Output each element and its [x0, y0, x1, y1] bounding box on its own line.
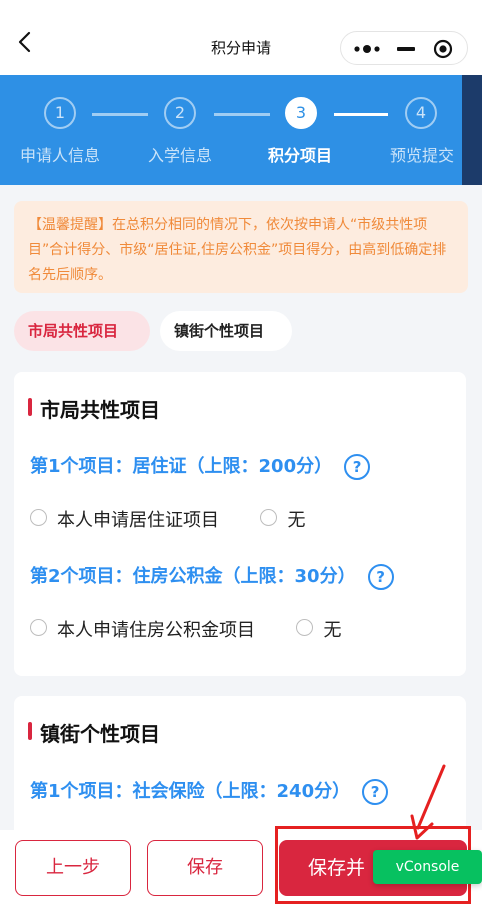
radio-label[interactable]: 本人申请住房公积金项目	[57, 620, 255, 641]
more-icon[interactable]	[353, 43, 385, 55]
section-title: 镇街个性项目	[40, 722, 160, 746]
prev-step-button[interactable]: 上一步	[15, 840, 131, 896]
radio-button[interactable]	[260, 508, 278, 526]
step-connector-2	[214, 113, 270, 116]
town-specific-card: 镇街个性项目 第1个项目：社会保险（上限：240分）?	[14, 696, 466, 830]
item-title-residence: 第1个项目：居住证（上限：200分）?	[30, 452, 371, 480]
save-button[interactable]: 保存	[147, 840, 263, 896]
nav-bar: 积分申请	[0, 0, 482, 75]
radio-label[interactable]: 无	[287, 510, 305, 531]
step-2-circle: 2	[164, 97, 196, 129]
radio-label[interactable]: 本人申请居住证项目	[57, 510, 219, 531]
radio-group-housing-fund: 本人申请住房公积金项目 无	[30, 616, 341, 642]
step-4-circle: 4	[405, 97, 437, 129]
radio-group-residence: 本人申请居住证项目 无	[30, 506, 305, 532]
item-title-text: 第1个项目：社会保险（上限：240分）	[30, 781, 351, 802]
radio-button[interactable]	[30, 508, 47, 526]
miniprogram-capsule	[340, 31, 468, 65]
step-1-label: 申请人信息	[19, 146, 100, 165]
tips-notice: 【温馨提醒】在总积分相同的情况下，依次按申请人“市级共性项目”合计得分、市级“居…	[14, 201, 468, 293]
step-connector-1	[92, 113, 148, 116]
steps-header-edge	[462, 75, 482, 185]
item-title-social-insurance: 第1个项目：社会保险（上限：240分）?	[30, 777, 389, 805]
section-title: 市局共性项目	[40, 398, 160, 422]
steps-header	[0, 75, 462, 185]
item-title-housing-fund: 第2个项目：住房公积金（上限：30分）?	[30, 562, 394, 590]
city-common-card: 市局共性项目 第1个项目：居住证（上限：200分）? 本人申请居住证项目 无 第…	[14, 372, 466, 676]
radio-button[interactable]	[296, 618, 314, 636]
radio-button[interactable]	[30, 618, 47, 636]
help-icon[interactable]: ?	[362, 779, 389, 805]
tab-town-specific[interactable]: 镇街个性项目	[160, 311, 292, 351]
section-marker	[28, 398, 32, 416]
tab-city-common[interactable]: 市局共性项目	[14, 311, 150, 351]
minimize-icon[interactable]	[397, 47, 415, 51]
step-connector-3	[334, 113, 388, 116]
help-icon[interactable]: ?	[367, 564, 394, 590]
step-2-label: 入学信息	[147, 146, 212, 165]
help-icon[interactable]: ?	[344, 454, 371, 480]
step-1-circle: 1	[44, 97, 76, 129]
vconsole-button[interactable]: vConsole	[373, 850, 482, 884]
item-title-text: 第2个项目：住房公积金（上限：30分）	[30, 566, 356, 587]
step-3-circle: 3	[285, 97, 317, 129]
step-4-label: 预览提交	[389, 146, 454, 165]
annotation-arrow-icon	[410, 764, 446, 840]
close-target-icon[interactable]	[433, 39, 453, 59]
item-title-text: 第1个项目：居住证（上限：200分）	[30, 456, 333, 477]
radio-label[interactable]: 无	[323, 620, 341, 641]
step-3-label: 积分项目	[267, 146, 332, 165]
section-marker	[28, 722, 32, 740]
main-content: 【温馨提醒】在总积分相同的情况下，依次按申请人“市级共性项目”合计得分、市级“居…	[0, 185, 482, 830]
